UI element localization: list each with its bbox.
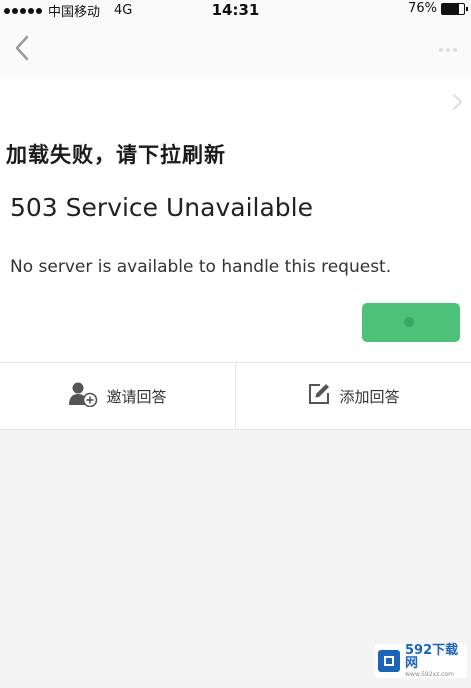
phone-screen: 中国移动 4G 14:31 76% 加载失败，请下拉刷新 503 Service… (0, 0, 471, 688)
watermark-logo-icon (377, 649, 401, 673)
back-icon[interactable] (12, 34, 34, 62)
site-watermark: 592下载网 www.592xz.com (375, 644, 467, 678)
edit-icon (307, 382, 331, 410)
watermark-text: 592下载网 www.592xz.com (405, 644, 467, 678)
error-title: 503 Service Unavailable (10, 193, 313, 222)
nav-bar (0, 20, 471, 78)
chevron-right-icon[interactable] (451, 92, 463, 112)
error-description: No server is available to handle this re… (10, 257, 392, 277)
more-dots-icon[interactable] (439, 48, 457, 52)
green-action-button[interactable] (362, 303, 460, 342)
button-dot-icon (404, 317, 414, 327)
watermark-sub: www.592xz.com (405, 671, 454, 678)
battery-icon (441, 2, 468, 15)
answer-action-bar: 邀请回答 添加回答 (0, 362, 471, 430)
add-answer-button[interactable]: 添加回答 (236, 363, 471, 429)
status-right: 76% (408, 1, 468, 16)
status-bar: 中国移动 4G 14:31 76% (0, 0, 471, 20)
load-fail-message: 加载失败，请下拉刷新 (6, 143, 226, 167)
user-add-icon (68, 381, 98, 411)
main-content: 加载失败，请下拉刷新 503 Service Unavailable No se… (0, 78, 471, 362)
invite-answer-label: 邀请回答 (106, 387, 167, 406)
invite-answer-button[interactable]: 邀请回答 (0, 363, 235, 429)
add-answer-label: 添加回答 (339, 387, 400, 406)
watermark-brand: 592下载网 (405, 643, 459, 671)
battery-fill (442, 3, 459, 14)
battery-percent: 76% (408, 1, 437, 16)
status-time: 14:31 (211, 1, 260, 19)
